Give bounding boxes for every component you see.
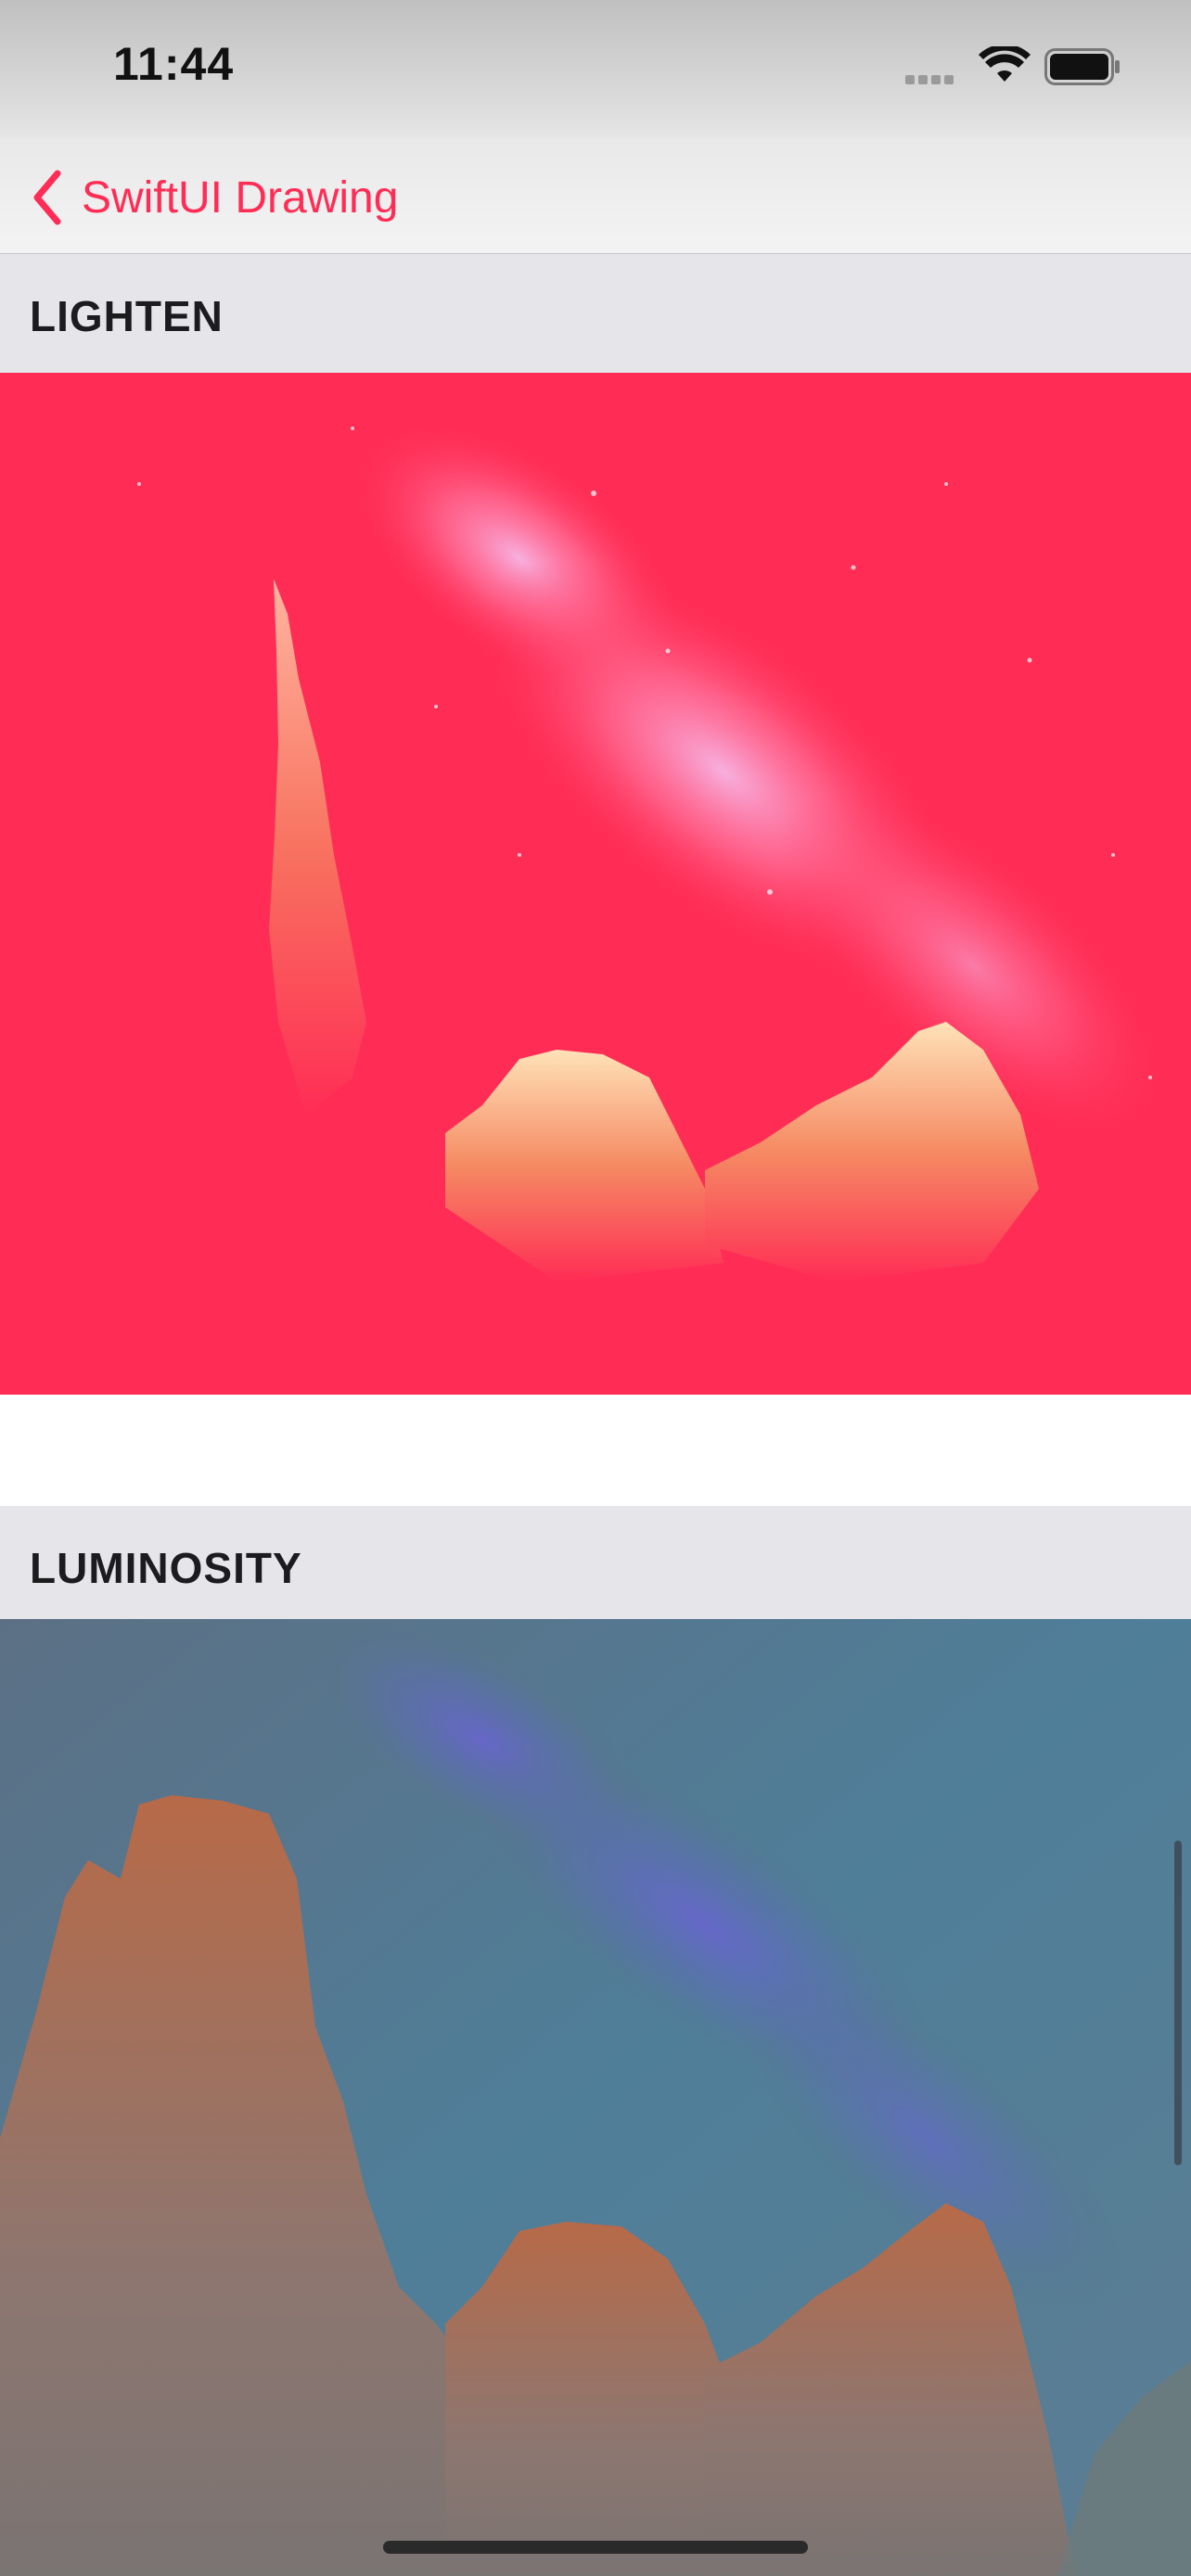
back-button-label: SwiftUI Drawing bbox=[82, 172, 399, 223]
battery-icon bbox=[1044, 48, 1120, 85]
wifi-icon bbox=[979, 46, 1031, 82]
scroll-indicator[interactable] bbox=[1174, 1841, 1182, 2165]
status-time: 11:44 bbox=[113, 38, 235, 90]
home-indicator[interactable] bbox=[383, 2541, 808, 2554]
blend-image-luminosity bbox=[0, 1619, 1191, 2576]
section-header-lighten: LIGHTEN bbox=[0, 254, 1191, 373]
cellular-signal-icon bbox=[905, 72, 957, 89]
chevron-left-icon bbox=[33, 170, 61, 225]
section-title: LIGHTEN bbox=[30, 292, 224, 340]
section-title: LUMINOSITY bbox=[30, 1544, 302, 1592]
status-bar: 11:44 bbox=[0, 0, 1191, 139]
back-button[interactable]: SwiftUI Drawing bbox=[32, 165, 398, 230]
section-header-luminosity: LUMINOSITY bbox=[0, 1506, 1191, 1625]
blend-image-lighten bbox=[0, 373, 1191, 1395]
navigation-bar: SwiftUI Drawing bbox=[0, 139, 1191, 255]
section-spacer bbox=[0, 1395, 1191, 1506]
